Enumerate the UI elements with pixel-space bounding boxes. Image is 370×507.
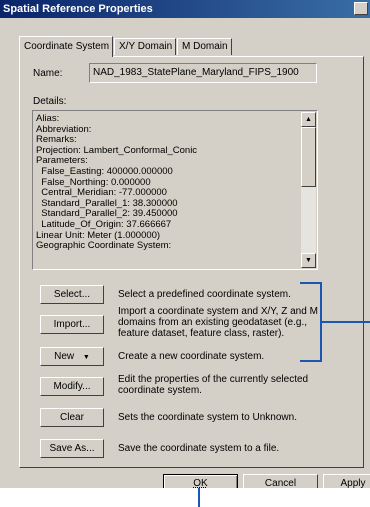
import-desc-line-3: feature dataset, feature class, raster). — [118, 327, 285, 339]
callout-bracket-bottom — [300, 360, 321, 362]
clear-button[interactable]: Clear — [40, 408, 104, 427]
tab-coordinate-system[interactable]: Coordinate System — [19, 36, 113, 57]
details-line: Alias: — [36, 114, 60, 124]
dropdown-icon: ▼ — [82, 354, 90, 361]
details-line: Abbreviation: — [36, 123, 92, 135]
details-text: Alias: Abbreviation: Remarks: Projection: L… — [36, 114, 366, 252]
new-desc-line: Create a new coordinate system. — [118, 351, 265, 362]
scroll-down-icon[interactable]: ▼ — [301, 253, 316, 268]
callout-bracket-top — [300, 282, 321, 284]
details-label: Details: — [33, 96, 67, 107]
import-button[interactable]: Import... — [40, 315, 104, 334]
save-as-description: Save the coordinate system to a file. — [118, 443, 280, 455]
apply-button[interactable]: Apply — [323, 474, 370, 488]
select-button[interactable]: Select... — [40, 285, 104, 304]
new-description: Create a new coordinate system. — [118, 351, 265, 363]
modify-button[interactable]: Modify... — [40, 377, 104, 396]
select-description: Select a predefined coordinate system. — [118, 289, 291, 301]
tab-m-domain[interactable]: M Domain — [177, 38, 232, 55]
ok-button-label: OK — [193, 478, 208, 488]
spatial-reference-dialog: Spatial Reference Properties Coordinate … — [0, 0, 370, 488]
save-as-button[interactable]: Save As... — [40, 439, 104, 458]
callout-pointer-line — [321, 321, 370, 323]
scroll-thumb[interactable] — [301, 127, 316, 187]
new-button[interactable]: New ▼ — [40, 347, 104, 366]
modify-desc-line-2: coordinate system. — [118, 384, 202, 396]
name-value: NAD_1983_StatePlane_Maryland_FIPS_1900 — [93, 67, 299, 78]
title-bar: Spatial Reference Properties — [0, 0, 370, 18]
details-box[interactable]: Alias: Abbreviation: Remarks: Projection: L… — [32, 110, 318, 270]
import-description: Import a coordinate system and X/Y, Z an… — [118, 306, 318, 339]
window-title: Spatial Reference Properties — [3, 3, 153, 15]
cancel-button[interactable]: Cancel — [243, 474, 318, 488]
save-as-desc-line: Save the coordinate system to a file. — [118, 443, 280, 454]
details-line: False_Easting: 400000.000000 — [36, 165, 173, 177]
clear-desc-line: Sets the coordinate system to Unknown. — [118, 412, 297, 423]
scroll-up-icon[interactable]: ▲ — [301, 112, 316, 127]
ok-callout-line — [198, 488, 200, 507]
select-desc-line: Select a predefined coordinate system. — [118, 289, 291, 300]
tab-xy-domain[interactable]: X/Y Domain — [114, 38, 176, 55]
new-button-label: New — [54, 351, 75, 362]
name-label: Name: — [33, 68, 63, 79]
import-desc-line-2: domains from an existing geodataset (e.g… — [118, 316, 307, 328]
details-line: Geographic Coordinate System: — [36, 240, 172, 252]
details-scrollbar[interactable]: ▲ ▼ — [301, 112, 316, 268]
name-field: NAD_1983_StatePlane_Maryland_FIPS_1900 — [89, 63, 317, 83]
details-line: Latitude_Of_Origin: 37.666667 — [36, 218, 172, 230]
coordinate-system-panel: Name: NAD_1983_StatePlane_Maryland_FIPS_… — [19, 56, 364, 468]
ok-button[interactable]: OK — [163, 474, 238, 488]
close-button[interactable] — [354, 2, 368, 15]
clear-description: Sets the coordinate system to Unknown. — [118, 412, 297, 424]
modify-description: Edit the properties of the currently sel… — [118, 374, 308, 397]
